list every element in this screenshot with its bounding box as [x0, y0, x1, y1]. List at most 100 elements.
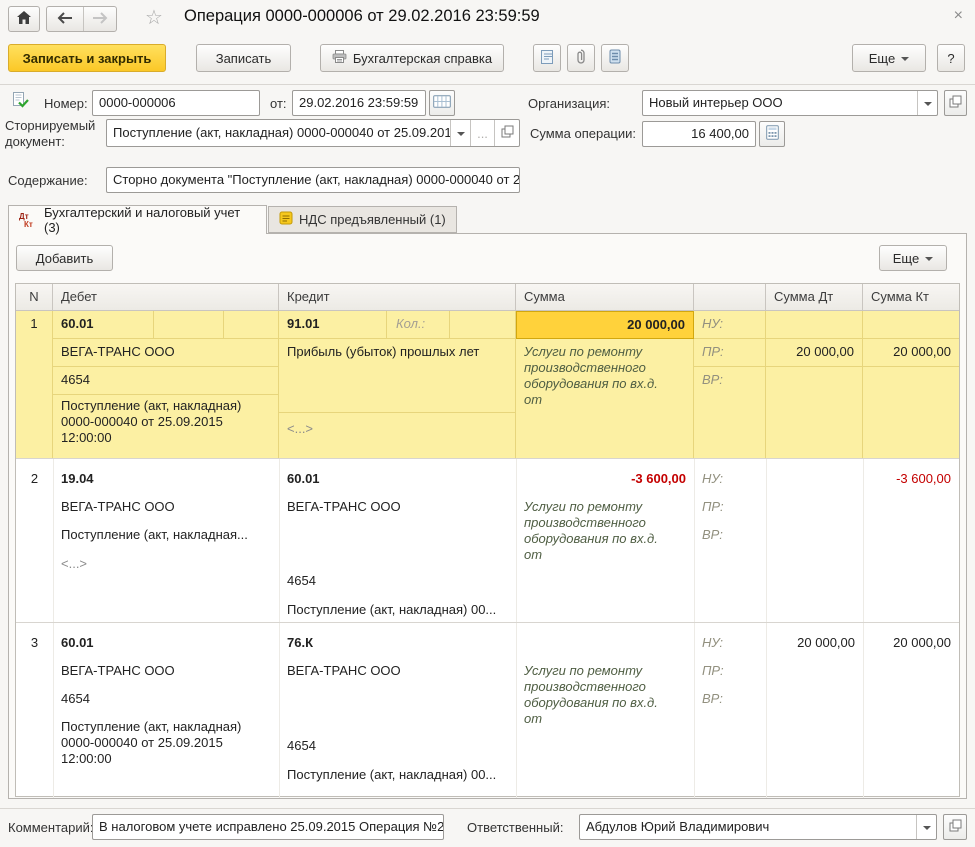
date-input[interactable]: 29.02.2016 23:59:59	[292, 90, 426, 116]
nu-label: НУ:	[702, 635, 723, 650]
number-input[interactable]: 0000-000006	[92, 90, 260, 116]
quantity-label: Кол.:	[396, 316, 425, 331]
more-button[interactable]: Еще	[852, 44, 926, 72]
debit-subconto2: Поступление (акт, накладная...	[61, 527, 248, 542]
storno-document-input[interactable]: Поступление (акт, накладная) 0000-000040…	[106, 119, 520, 147]
calculator-button[interactable]	[759, 121, 785, 147]
chevron-down-icon	[925, 257, 933, 265]
credit-subconto3: Поступление (акт, накладная) 00...	[287, 602, 496, 617]
tab-vat-label: НДС предъявленный (1)	[299, 212, 446, 227]
organization-dropdown-button[interactable]	[917, 91, 937, 115]
header-sum-kt[interactable]: Сумма Кт	[863, 284, 959, 310]
sum-kt-value[interactable]: 20 000,00	[863, 339, 959, 367]
table-row[interactable]: 1 60.01 ВЕГА-ТРАНС ООО 4654 Поступление …	[16, 311, 959, 459]
organization-label: Организация:	[528, 96, 610, 111]
posting-comment: Услуги по ремонту производственного обор…	[524, 499, 679, 563]
responsible-label: Ответственный:	[467, 820, 563, 835]
add-row-button[interactable]: Добавить	[16, 245, 113, 271]
credit-account: 60.01	[287, 471, 320, 486]
storno-dropdown-button[interactable]	[450, 120, 470, 146]
operation-sum-value: 16 400,00	[643, 122, 755, 146]
home-icon	[17, 11, 31, 27]
grid-more-button[interactable]: Еще	[879, 245, 947, 271]
tab-vat[interactable]: НДС предъявленный (1)	[268, 206, 457, 233]
comment-input[interactable]: В налоговом учете исправлено 25.09.2015 …	[92, 814, 444, 840]
home-button[interactable]	[8, 6, 40, 32]
debit-subconto2[interactable]: 4654	[53, 367, 279, 395]
help-button[interactable]: ?	[937, 44, 965, 72]
header-sum-dt[interactable]: Сумма Дт	[766, 284, 863, 310]
debit-account: 60.01	[61, 316, 94, 331]
document-posted-icon	[11, 92, 29, 112]
attachments-button[interactable]	[567, 44, 595, 72]
sum-cell-selected[interactable]: 20 000,00	[516, 311, 694, 339]
vat-note-icon	[279, 211, 293, 228]
nu-label: НУ:	[694, 311, 766, 339]
operation-sum-input[interactable]: 16 400,00	[642, 121, 756, 147]
credit-subconto2: 4654	[287, 573, 316, 588]
forward-button[interactable]	[84, 7, 116, 31]
date-label: от:	[270, 96, 287, 111]
posting-comment: Услуги по ремонту производственного обор…	[524, 663, 679, 727]
storno-label-line1: Сторнируемый	[5, 118, 95, 133]
calendar-button[interactable]	[429, 90, 455, 116]
credit-account: 76.К	[287, 635, 313, 650]
nav-buttons	[46, 6, 117, 32]
grid-more-label: Еще	[893, 251, 919, 266]
responsible-open-button[interactable]	[943, 814, 967, 840]
debit-subconto3[interactable]: Поступление (акт, накладная) 0000-000040…	[53, 395, 279, 459]
responsible-dropdown-button[interactable]	[916, 815, 936, 839]
sum-comment-cell[interactable]: Услуги по ремонту производственного обор…	[516, 339, 694, 459]
chevron-down-icon	[924, 102, 932, 110]
credit-account: 91.01	[287, 316, 320, 331]
sum-kt-cell[interactable]	[863, 311, 959, 339]
row-number: 2	[16, 471, 53, 486]
storno-open-button[interactable]	[494, 120, 519, 146]
debit-account: 19.04	[61, 471, 94, 486]
sum-kt-cell[interactable]	[863, 367, 959, 459]
table-row[interactable]: 2 19.04 ВЕГА-ТРАНС ООО Поступление (акт,…	[16, 459, 959, 623]
close-icon[interactable]: ×	[954, 7, 963, 25]
debit-subconto1[interactable]: ВЕГА-ТРАНС ООО	[53, 339, 279, 367]
credit-subconto2[interactable]: <...>	[279, 413, 516, 459]
header-credit[interactable]: Кредит	[279, 284, 516, 310]
register-records-button[interactable]	[601, 44, 629, 72]
content-value: Сторно документа "Поступление (акт, накл…	[107, 168, 519, 192]
row-number: 3	[16, 635, 53, 650]
organization-value: Новый интерьер ООО	[643, 91, 917, 115]
save-button[interactable]: Записать	[196, 44, 291, 72]
printer-icon	[332, 50, 347, 66]
tab-accounting-tax[interactable]: ДтКт Бухгалтерский и налоговый учет (3)	[8, 205, 267, 234]
credit-account-cell[interactable]: 91.01 Кол.:	[279, 311, 516, 339]
storno-label-line2: документ:	[5, 134, 65, 149]
sum-dt-value[interactable]: 20 000,00	[766, 339, 863, 367]
page-title: Операция 0000-000006 от 29.02.2016 23:59…	[184, 7, 540, 26]
organization-open-button[interactable]	[944, 90, 967, 116]
debit-account-cell[interactable]: 60.01	[53, 311, 279, 339]
accounting-reference-button[interactable]: Бухгалтерская справка	[320, 44, 504, 72]
table-row[interactable]: 3 60.01 ВЕГА-ТРАНС ООО 4654 Поступление …	[16, 623, 959, 798]
favorite-star-icon[interactable]: ☆	[145, 6, 163, 30]
organization-input[interactable]: Новый интерьер ООО	[642, 90, 938, 116]
credit-subconto3: Поступление (акт, накладная) 00...	[287, 767, 496, 782]
header-sum[interactable]: Сумма	[516, 284, 694, 310]
more-label: Еще	[869, 51, 895, 66]
tab-accounting-label: Бухгалтерский и налоговый учет (3)	[44, 205, 256, 235]
sum-dt-cell[interactable]	[766, 311, 863, 339]
header-debit[interactable]: Дебет	[53, 284, 279, 310]
comment-value: В налоговом учете исправлено 25.09.2015 …	[93, 815, 443, 839]
credit-subconto1[interactable]: Прибыль (убыток) прошлых лет	[279, 339, 516, 413]
operation-window: ☆ Операция 0000-000006 от 29.02.2016 23:…	[0, 0, 975, 847]
content-input[interactable]: Сторно документа "Поступление (акт, накл…	[106, 167, 520, 193]
responsible-input[interactable]: Абдулов Юрий Владимирович	[579, 814, 937, 840]
operation-sum-label: Сумма операции:	[530, 126, 636, 141]
report-button[interactable]	[533, 44, 561, 72]
chevron-down-icon	[457, 132, 465, 140]
back-button[interactable]	[47, 7, 84, 31]
header-n[interactable]: N	[16, 284, 53, 310]
content-label: Содержание:	[8, 173, 88, 188]
postings-table: N Дебет Кредит Сумма Сумма Дт Сумма Кт 1…	[15, 283, 960, 797]
save-close-button[interactable]: Записать и закрыть	[8, 44, 166, 72]
storno-ellipsis-button[interactable]: ...	[470, 120, 494, 146]
sum-dt-cell[interactable]	[766, 367, 863, 459]
